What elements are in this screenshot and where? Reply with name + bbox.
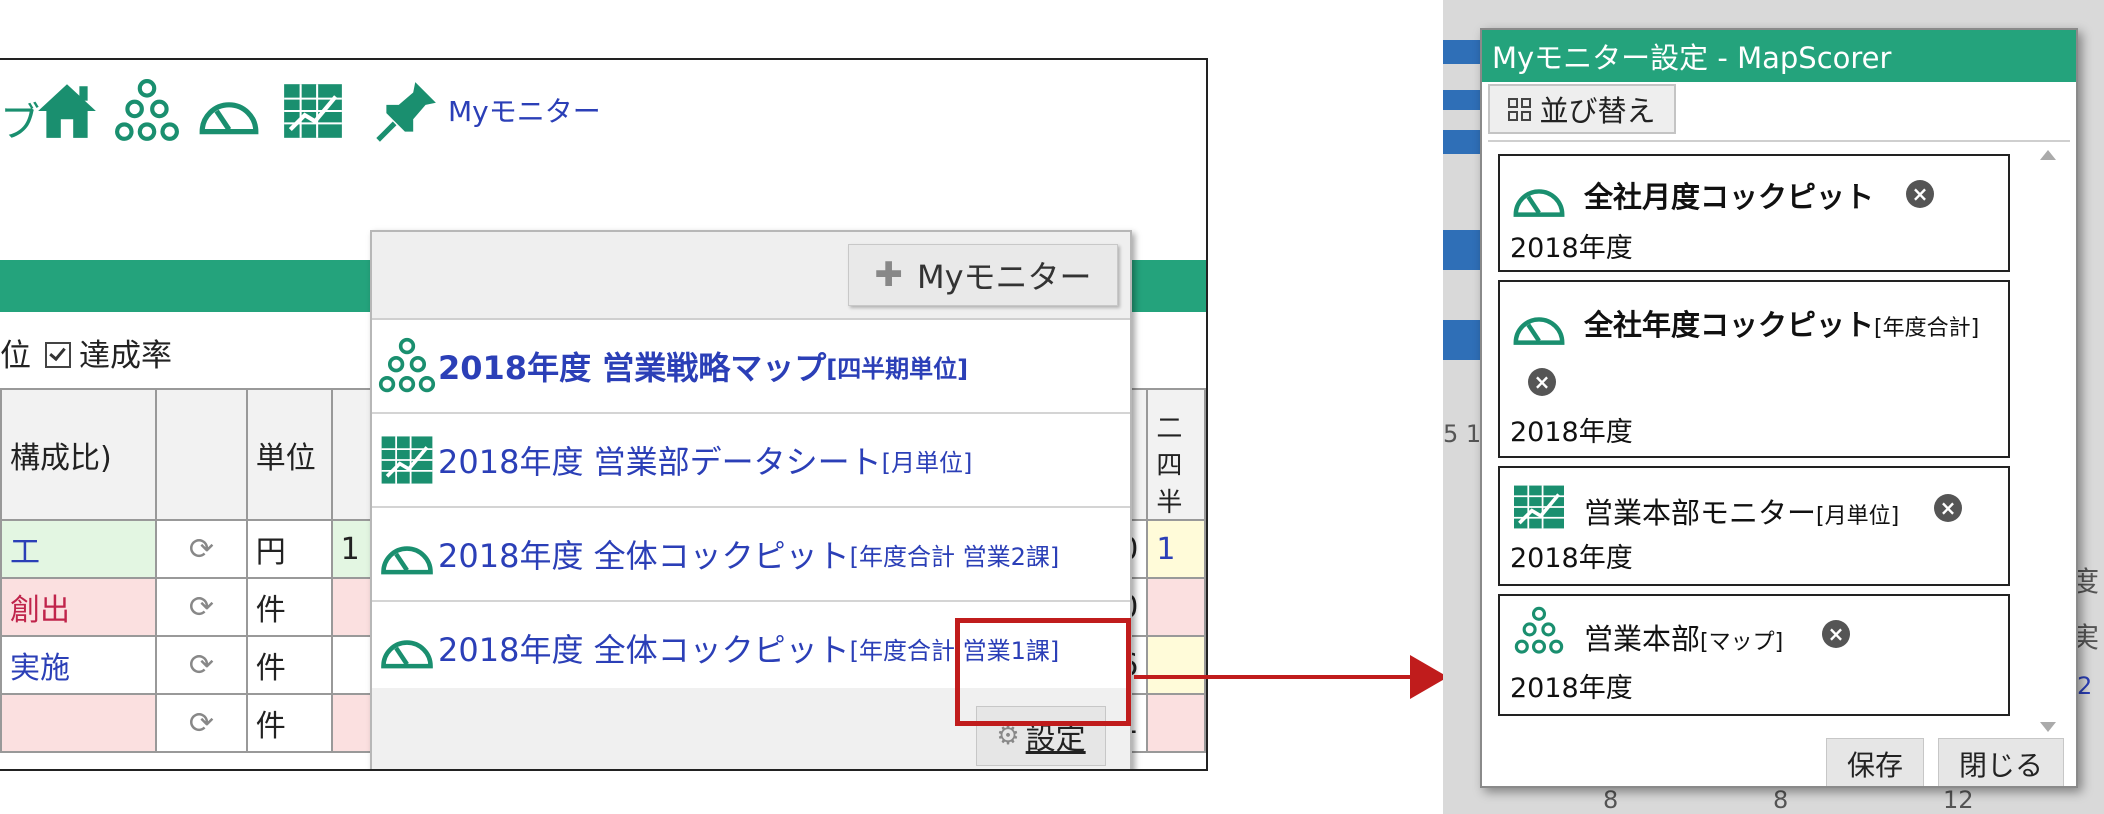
my-monitor-settings-dialog: Myモニター設定 - MapScorer 並び替え 全社月度コックピット × 2… [1480, 28, 2078, 788]
card-title: 営業本部モニター[月単位] [1584, 496, 1900, 530]
home-icon[interactable] [34, 78, 100, 144]
scroll-down-icon[interactable] [2040, 722, 2056, 732]
unit-option-cut: 位 [0, 338, 31, 374]
menu-item-cockpit-team2[interactable]: 2018年度 全体コックピット [年度合計 営業2課] [372, 508, 1130, 602]
card-year: 2018年度 [1510, 233, 1633, 264]
datasheet-icon [1514, 485, 1564, 529]
remove-icon[interactable]: × [1906, 180, 1934, 208]
map-icon [1514, 606, 1564, 654]
refresh-icon[interactable]: ⟳ [155, 577, 248, 637]
refresh-icon[interactable]: ⟳ [155, 519, 248, 579]
settings-highlight-box [955, 618, 1131, 726]
menu-item-strategy-map[interactable]: 2018年度 営業戦略マップ [四半期単位] [372, 320, 1130, 414]
my-monitor-link[interactable]: Myモニター [448, 90, 601, 130]
header-quarter-cut: 二四半 [1146, 388, 1206, 521]
card-title: 営業本部[マップ] [1584, 622, 1784, 656]
monitor-card[interactable]: 全社月度コックピット × 2018年度 [1498, 154, 2010, 272]
cockpit-gauge-icon [1513, 189, 1565, 217]
header-unit: 単位 [245, 388, 333, 521]
pin-icon[interactable] [374, 78, 440, 144]
datasheet-icon [381, 436, 433, 484]
refresh-icon[interactable]: ⟳ [155, 635, 248, 695]
map-icon[interactable] [114, 78, 180, 144]
menu-item-data-sheet[interactable]: 2018年度 営業部データシート [月単位] [372, 414, 1130, 508]
row-name[interactable]: 工 [0, 519, 158, 579]
save-button[interactable]: 保存 [1826, 738, 1924, 786]
row-name[interactable] [0, 693, 158, 753]
grid-icon [1508, 97, 1532, 121]
dropdown-header: ✚ Myモニター [372, 232, 1130, 320]
add-my-monitor-button[interactable]: ✚ Myモニター [848, 244, 1118, 306]
cockpit-gauge-icon [1513, 317, 1565, 345]
cockpit-gauge-icon [381, 546, 433, 575]
refresh-icon[interactable]: ⟳ [155, 693, 248, 753]
monitor-card[interactable]: 営業本部モニター[月単位] × 2018年度 [1498, 466, 2010, 586]
remove-icon[interactable]: × [1822, 620, 1850, 648]
achievement-label: 達成率 [79, 338, 172, 374]
close-button[interactable]: 閉じる [1938, 738, 2064, 786]
cockpit-gauge-icon[interactable] [196, 78, 262, 144]
card-title: 全社月度コックピット [1584, 180, 1875, 214]
map-icon [378, 337, 436, 393]
header-name: 構成比) [0, 388, 158, 521]
dialog-footer: 保存 閉じる [1482, 738, 2076, 786]
card-year: 2018年度 [1510, 543, 1633, 574]
achievement-checkbox[interactable] [45, 342, 71, 368]
list-scrollbar[interactable] [2036, 142, 2064, 740]
row-name[interactable]: 実施 [0, 635, 158, 695]
row-name[interactable]: 創出 [0, 577, 158, 637]
sort-button[interactable]: 並び替え [1488, 84, 1676, 134]
remove-icon[interactable]: × [1528, 368, 1556, 396]
remove-icon[interactable]: × [1934, 494, 1962, 522]
arrow-line [1134, 675, 1436, 679]
display-options: 位 達成率 [0, 330, 172, 375]
cockpit-gauge-icon [381, 640, 433, 669]
scroll-up-icon[interactable] [2040, 150, 2056, 160]
plus-icon: ✚ [874, 255, 903, 295]
card-year: 2018年度 [1510, 673, 1633, 704]
card-year: 2018年度 [1510, 417, 1633, 448]
datasheet-icon[interactable] [280, 78, 346, 144]
monitor-card[interactable]: 営業本部[マップ] × 2018年度 [1498, 594, 2010, 716]
dialog-title: Myモニター設定 - MapScorer [1482, 30, 2076, 82]
monitor-card[interactable]: 全社年度コックピット[年度合計] × 2018年度 [1498, 280, 2010, 458]
monitor-list: 全社月度コックピット × 2018年度 全社年度コックピット[年度合計] × 2… [1488, 140, 2070, 740]
card-title: 全社年度コックピット[年度合計] [1584, 308, 1980, 342]
